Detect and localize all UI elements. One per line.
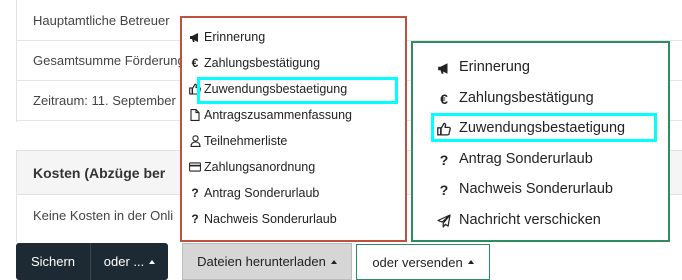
menu-item-label: Teilnehmerliste xyxy=(204,134,288,148)
send-menu-item-antrag-sonderurlaub[interactable]: ? Antrag Sonderurlaub xyxy=(413,144,668,175)
download-menu-item-erinnerung[interactable]: Erinnerung xyxy=(182,24,405,50)
save-label: Sichern xyxy=(30,254,76,269)
save-button[interactable]: Sichern xyxy=(16,243,90,280)
send-label: oder versenden xyxy=(372,254,463,270)
highlight-box xyxy=(431,113,657,142)
download-menu-item-nachweis-sonderurlaub[interactable]: ? Nachweis Sonderurlaub xyxy=(182,206,405,232)
download-menu-item-teilnehmerliste[interactable]: Teilnehmerliste xyxy=(182,128,405,154)
user-icon xyxy=(189,134,201,148)
download-files-button[interactable]: Dateien herunterladen xyxy=(182,243,352,280)
menu-item-label: Antrag Sonderurlaub xyxy=(204,186,320,200)
menu-item-label: Erinnerung xyxy=(459,59,530,76)
send-menu-item-erinnerung[interactable]: Erinnerung xyxy=(413,52,668,83)
euro-icon: € xyxy=(440,90,448,107)
send-button[interactable]: oder versenden xyxy=(356,244,490,280)
menu-item-label: Antragszusammenfassung xyxy=(204,108,352,122)
download-menu-item-antrag-sonderurlaub[interactable]: ? Antrag Sonderurlaub xyxy=(182,180,405,206)
credit-card-icon xyxy=(189,160,201,174)
more-options-button[interactable]: oder ... xyxy=(90,243,168,280)
send-menu-item-zahlungsbestaetigung[interactable]: € Zahlungsbestätigung xyxy=(413,83,668,114)
paper-plane-icon xyxy=(437,213,451,229)
highlight-box xyxy=(197,77,398,104)
send-menu-item-nachricht-verschicken[interactable]: Nachricht verschicken xyxy=(413,205,668,236)
bullhorn-icon xyxy=(437,60,451,76)
menu-item-label: Nachricht verschicken xyxy=(459,211,601,228)
caret-up-icon xyxy=(149,259,156,264)
download-menu-item-antragszusammenfassung[interactable]: Antragszusammenfassung xyxy=(182,102,405,128)
action-toolbar: Sichern oder ... Dateien herunterladen o… xyxy=(0,243,682,280)
more-label: oder ... xyxy=(103,254,145,269)
question-icon: ? xyxy=(439,182,449,198)
caret-up-icon xyxy=(467,260,474,264)
download-label: Dateien herunterladen xyxy=(197,254,326,269)
menu-item-label: Erinnerung xyxy=(204,30,266,44)
send-menu-item-nachweis-sonderurlaub[interactable]: ? Nachweis Sonderurlaub xyxy=(413,174,668,205)
menu-item-label: Zahlungsanordnung xyxy=(204,160,316,174)
download-menu-item-zahlungsbestaetigung[interactable]: € Zahlungsbestätigung xyxy=(182,50,405,76)
download-menu-item-zahlungsanordnung[interactable]: Zahlungsanordnung xyxy=(182,154,405,180)
menu-item-label: Nachweis Sonderurlaub xyxy=(459,181,613,198)
send-menu: Erinnerung € Zahlungsbestätigung Zuwendu… xyxy=(411,41,670,242)
question-icon: ? xyxy=(191,212,199,226)
euro-icon: € xyxy=(191,56,199,70)
question-icon: ? xyxy=(191,186,199,200)
question-icon: ? xyxy=(439,151,449,168)
bullhorn-icon xyxy=(189,30,201,44)
download-menu: Erinnerung € Zahlungsbestätigung Zuwendu… xyxy=(180,16,407,242)
menu-item-label: Nachweis Sonderurlaub xyxy=(204,212,337,226)
menu-item-label: Antrag Sonderurlaub xyxy=(459,150,593,167)
document-icon xyxy=(189,108,201,122)
caret-up-icon xyxy=(330,259,337,264)
menu-item-label: Zahlungsbestätigung xyxy=(204,56,321,70)
menu-item-label: Zahlungsbestätigung xyxy=(459,89,594,106)
